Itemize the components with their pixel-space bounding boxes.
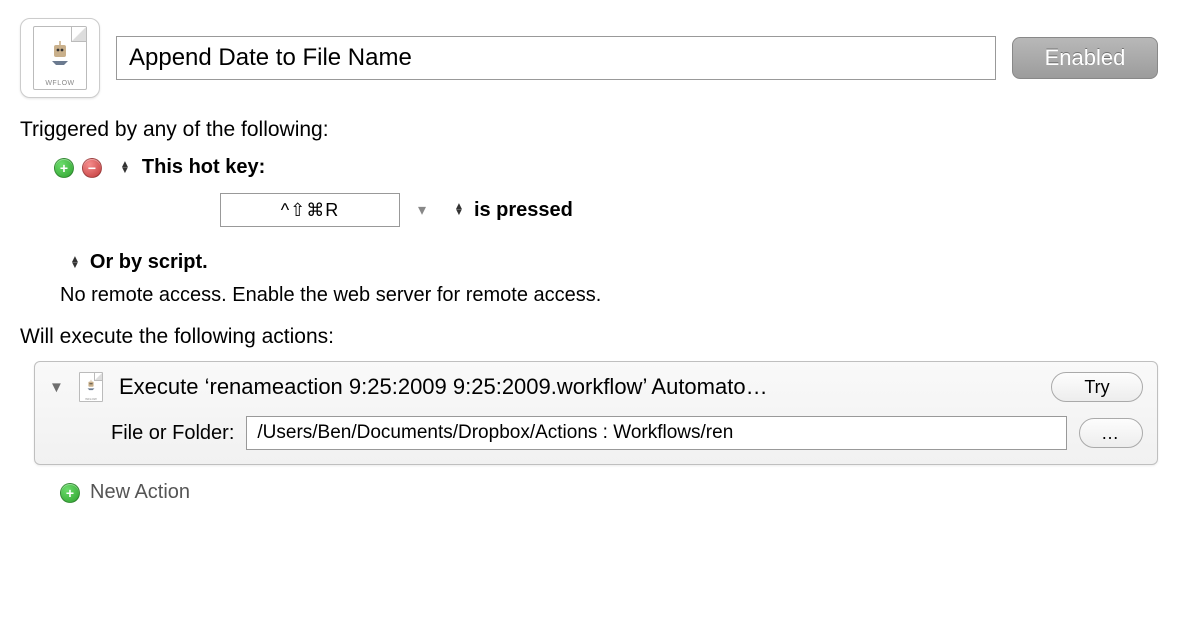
remove-trigger-button[interactable]: − [82,158,102,178]
hotkey-options-dropdown[interactable]: ▾ [418,200,426,220]
robot-workflow-icon [85,379,97,391]
add-trigger-button[interactable]: + [54,158,74,178]
plus-icon: + [60,483,80,503]
hotkey-mode-stepper[interactable]: ▲ ▼ [454,204,464,216]
stepper-down-icon: ▼ [120,168,130,174]
try-action-button[interactable]: Try [1051,372,1143,402]
trigger-row-hotkey: + − ▲ ▼ This hot key: [54,156,1158,179]
trigger-type-stepper[interactable]: ▲ ▼ [120,162,130,174]
macro-icon: WFLOW [20,18,100,98]
remote-access-text: No remote access. Enable the web server … [60,284,1158,307]
browse-button[interactable]: … [1079,418,1143,448]
stepper-down-icon: ▼ [70,263,80,269]
action-item: ▼ WFLOW Execute ‘renameaction 9:25:2009 … [34,361,1158,465]
robot-workflow-icon [46,39,74,67]
macro-title-input[interactable] [116,36,996,80]
trigger-row-script: ▲ ▼ Or by script. [60,251,1158,274]
script-trigger-stepper[interactable]: ▲ ▼ [70,257,80,269]
icon-caption: WFLOW [34,80,86,87]
actions-section-label: Will execute the following actions: [20,325,1158,349]
hotkey-trigger-label: This hot key: [142,156,265,179]
script-trigger-label: Or by script. [90,251,208,274]
new-action-label: New Action [90,481,190,504]
enabled-toggle-button[interactable]: Enabled [1012,37,1158,79]
header-row: WFLOW Enabled [20,18,1158,98]
action-icon: WFLOW [79,372,103,402]
triggers-section-label: Triggered by any of the following: [20,118,1158,142]
stepper-down-icon: ▼ [454,210,464,216]
hotkey-field[interactable]: ^⇧⌘R [220,193,400,227]
file-path-input[interactable] [246,416,1067,450]
action-header: ▼ WFLOW Execute ‘renameaction 9:25:2009 … [49,372,1143,402]
new-action-button[interactable]: + New Action [60,481,1158,504]
file-or-folder-label: File or Folder: [111,422,234,445]
file-or-folder-row: File or Folder: … [111,416,1143,450]
action-disclosure-toggle[interactable]: ▼ [49,379,63,396]
action-title: Execute ‘renameaction 9:25:2009 9:25:200… [119,374,1035,400]
hotkey-config-row: ^⇧⌘R ▾ ▲ ▼ is pressed [220,193,1158,227]
hotkey-pressed-label: is pressed [474,199,573,222]
